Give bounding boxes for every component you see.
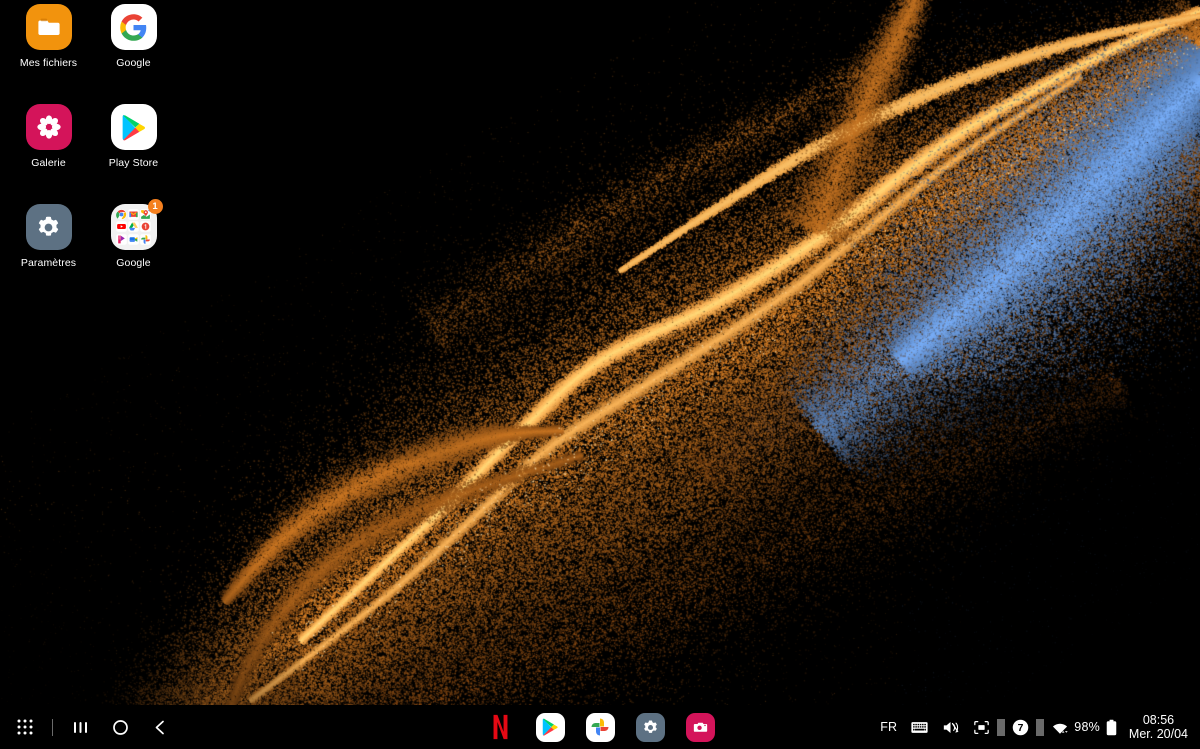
status-group: FR 7 98% 08:56 Mer. 20/04 [873,705,1192,749]
clock-time: 08:56 [1142,712,1175,727]
play-movies-icon [115,234,127,245]
recents-icon[interactable] [67,714,93,740]
status-divider-1 [997,718,1006,736]
screen-capture-icon[interactable] [966,705,997,749]
youtube-icon [115,221,127,233]
chrome-icon [115,209,127,220]
language-label: FR [880,720,898,734]
play-store-icon-art [110,104,157,150]
taskbar: FR 7 98% 08:56 Mer. 20/04 [0,705,1200,749]
gear-icon [25,204,72,250]
wallpaper [0,0,1200,749]
wifi-icon[interactable] [1044,705,1072,749]
battery-percent: 98% [1072,705,1104,749]
clock-widget[interactable]: 08:56 Mer. 20/04 [1129,713,1188,742]
google-g-icon [110,4,157,50]
google-folder-icon-art: 1 [110,199,163,250]
gmail-icon [128,209,139,220]
drive-icon [128,221,139,233]
app-icon-my-files[interactable]: Mes fichiers [6,4,91,104]
status-divider-2 [1036,718,1045,736]
app-icon-settings[interactable]: Paramètres [6,204,91,304]
folder-badge: 1 [147,199,163,214]
home-circle-icon[interactable] [107,714,133,740]
app-label: Google [116,257,151,269]
google-one-icon [140,221,152,233]
gallery-icon-art [25,104,72,150]
mute-vibrate-icon[interactable] [935,705,966,749]
navigation-group [0,714,173,740]
photos-icon [140,234,152,245]
app-label: Play Store [108,157,159,169]
camera-icon[interactable] [685,712,715,742]
tablet-home-screen: Mes fichiers Google Galerie Play Store P… [0,0,1200,749]
nav-divider [52,718,53,736]
play-triangle-icon [110,104,157,150]
app-label: Mes fichiers [19,57,78,69]
app-label: Google [116,57,151,69]
flower-icon [25,104,72,150]
settings-icon-art [25,204,72,250]
app-folder-google[interactable]: 1 Google [91,199,176,304]
dock-gear-icon[interactable] [635,712,665,742]
folder-icon [25,4,72,50]
apps-grid-icon[interactable] [12,714,38,740]
netflix-icon[interactable] [485,712,515,742]
google-icon-art [110,4,157,50]
notification-count-text: 7 [1018,723,1024,734]
language-indicator[interactable]: FR [873,705,904,749]
google-photos-icon[interactable] [585,712,615,742]
battery-full-icon[interactable] [1104,705,1119,749]
dock-play-store-icon[interactable] [535,712,565,742]
app-icon-google[interactable]: Google [91,4,176,104]
home-icon-grid: Mes fichiers Google Galerie Play Store P… [0,0,180,304]
meet-icon [128,234,139,245]
app-icon-play-store[interactable]: Play Store [91,104,176,204]
battery-percent-label: 98% [1074,720,1100,734]
app-icon-gallery[interactable]: Galerie [6,104,91,204]
my-files-icon-art [25,4,72,50]
back-chevron-icon[interactable] [147,714,173,740]
notification-count-badge[interactable]: 7 [1005,705,1036,749]
keyboard-icon[interactable] [904,705,935,749]
clock-date: Mer. 20/04 [1128,727,1188,741]
app-label: Paramètres [20,257,77,269]
app-label: Galerie [31,157,66,169]
